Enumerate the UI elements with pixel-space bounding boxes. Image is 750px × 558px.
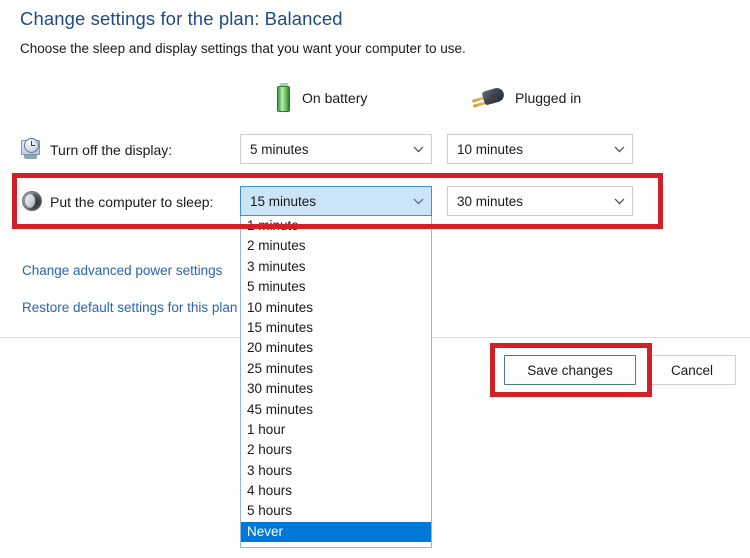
dropdown-option[interactable]: 2 minutes [241, 236, 431, 256]
column-header-plugged-in-label: Plugged in [515, 90, 582, 106]
setting-label-put-computer-to-sleep: Put the computer to sleep: [50, 194, 214, 210]
dropdown-option[interactable]: 5 minutes [241, 277, 431, 297]
dropdown-option[interactable]: 3 hours [241, 461, 431, 481]
setting-row-turn-off-display: Turn off the display: 5 minutes 10 minut… [0, 134, 750, 166]
dropdown-option[interactable]: Never [241, 521, 431, 543]
dropdown-option[interactable]: 4 hours [241, 481, 431, 501]
chevron-down-icon [405, 146, 431, 153]
dropdown-list-sleep-on-battery[interactable]: 1 minute 2 minutes 3 minutes 5 minutes 10 mi… [240, 216, 432, 548]
combo-put-computer-to-sleep-on-battery[interactable]: 15 minutes [240, 186, 432, 216]
column-header-plugged-in: Plugged in [471, 82, 581, 114]
setting-row-put-computer-to-sleep: Put the computer to sleep: 15 minutes 30… [0, 186, 750, 218]
dropdown-option[interactable]: 30 minutes [241, 379, 431, 399]
column-header-on-battery: On battery [276, 82, 367, 114]
page-title: Change settings for the plan: Balanced [20, 8, 343, 29]
power-plug-icon [471, 86, 506, 110]
chevron-down-icon [606, 146, 632, 153]
combo-value-turn-off-display-plugged-in: 10 minutes [457, 141, 524, 157]
setting-label-turn-off-display: Turn off the display: [50, 142, 173, 158]
save-changes-button[interactable]: Save changes [504, 355, 636, 385]
combo-value-turn-off-display-on-battery: 5 minutes [250, 141, 309, 157]
dropdown-option[interactable]: 10 minutes [241, 298, 431, 318]
link-change-advanced-power-settings[interactable]: Change advanced power settings [22, 263, 222, 278]
link-restore-default-settings[interactable]: Restore default settings for this plan [22, 300, 237, 315]
battery-icon [276, 83, 292, 113]
dropdown-option[interactable]: 45 minutes [241, 400, 431, 420]
column-header-on-battery-label: On battery [302, 90, 368, 106]
dropdown-option[interactable]: 3 minutes [241, 257, 431, 277]
dropdown-option[interactable]: 1 hour [241, 420, 431, 440]
dropdown-option[interactable]: 2 hours [241, 440, 431, 460]
combo-turn-off-display-plugged-in[interactable]: 10 minutes [447, 134, 633, 164]
dropdown-option[interactable]: 5 hours [241, 501, 431, 521]
combo-turn-off-display-on-battery[interactable]: 5 minutes [240, 134, 432, 164]
sleep-moon-icon [20, 189, 44, 213]
dropdown-option[interactable]: 1 minute [241, 216, 431, 236]
dropdown-option[interactable]: 20 minutes [241, 338, 431, 358]
chevron-down-icon [606, 198, 632, 205]
cancel-button[interactable]: Cancel [648, 355, 736, 385]
dropdown-option[interactable]: 25 minutes [241, 359, 431, 379]
chevron-down-icon [405, 198, 431, 205]
page-subtitle: Choose the sleep and display settings th… [20, 41, 466, 56]
combo-put-computer-to-sleep-plugged-in[interactable]: 30 minutes [447, 186, 633, 216]
display-clock-icon [20, 137, 44, 161]
combo-value-put-computer-to-sleep-on-battery: 15 minutes [250, 193, 317, 209]
combo-value-put-computer-to-sleep-plugged-in: 30 minutes [457, 193, 524, 209]
dropdown-option[interactable]: 15 minutes [241, 318, 431, 338]
